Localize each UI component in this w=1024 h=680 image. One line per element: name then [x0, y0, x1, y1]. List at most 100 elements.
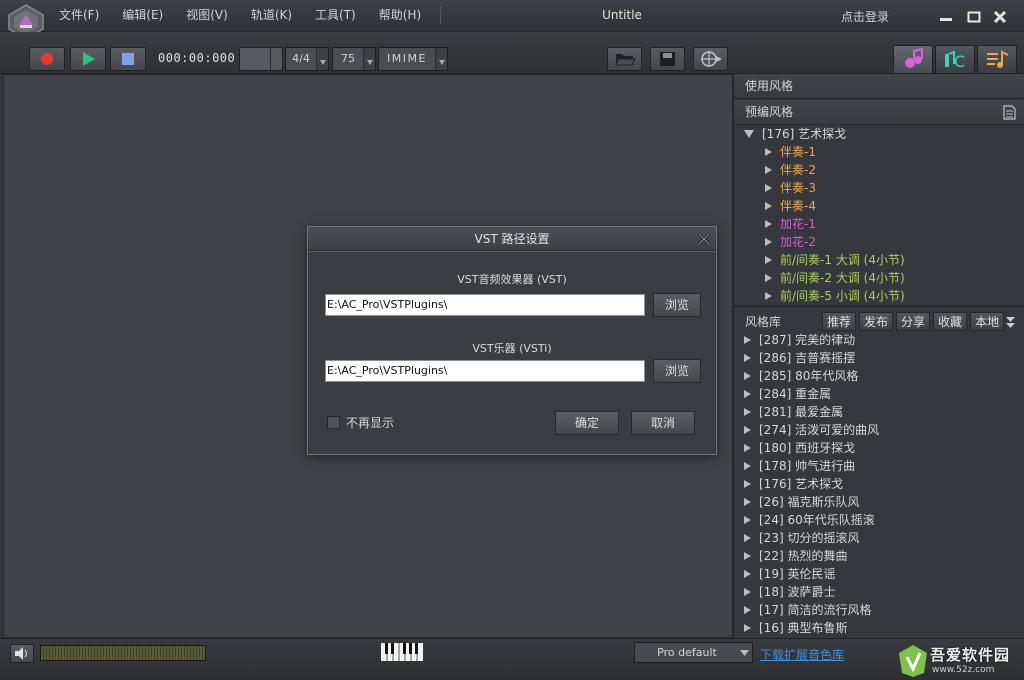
preset-style-item[interactable]: 伴奏-1: [765, 143, 816, 161]
preset-style-item[interactable]: 加花-2: [765, 233, 816, 251]
expand-arrow-icon: [744, 588, 751, 596]
menu-item[interactable]: 帮助(H): [378, 0, 431, 30]
preset-style-item[interactable]: 加花-1: [765, 215, 816, 233]
vsti-path-input[interactable]: E:\AC_Pro\VSTPlugins\: [325, 360, 645, 382]
vst-path-dialog: VST 路径设置 VST音频效果器 (VST) E:\AC_Pro\VSTPlu…: [307, 226, 717, 455]
menu-item[interactable]: 编辑(E): [121, 0, 173, 30]
music-notes-icon: [905, 47, 923, 68]
globe-icon: [701, 51, 722, 67]
preset-style-item[interactable]: 前/间奏-2 大调 (4小节): [765, 269, 905, 287]
menu-item[interactable]: 视图(V): [185, 0, 238, 30]
ime-select[interactable]: IMIME: [378, 47, 448, 71]
library-item[interactable]: [274] 活泼可爱的曲风: [744, 421, 879, 439]
tempo-select[interactable]: 75: [332, 47, 376, 71]
tab-chord[interactable]: C: [935, 45, 975, 73]
preset-style-item[interactable]: 伴奏-4: [765, 197, 816, 215]
library-tab[interactable]: 推荐: [822, 312, 857, 331]
library-item[interactable]: [285] 80年代风格: [744, 367, 858, 385]
library-item[interactable]: [18] 波萨爵士: [744, 583, 835, 601]
expand-arrow-icon: [765, 166, 772, 174]
expand-arrow-icon: [765, 238, 772, 246]
save-icon: [660, 52, 675, 66]
stop-button[interactable]: [110, 47, 146, 71]
library-item[interactable]: [287] 完美的律动: [744, 331, 855, 349]
watermark-logo: [899, 645, 927, 677]
expand-arrow-icon: [765, 148, 772, 156]
library-item[interactable]: [23] 切分的摇滚风: [744, 529, 859, 547]
library-item[interactable]: [281] 最爱金属: [744, 403, 843, 421]
meter-value: 4/4: [292, 52, 310, 65]
library-item-label: [19] 英伦民谣: [759, 567, 836, 581]
menu-item[interactable]: 轨道(K): [250, 0, 302, 30]
volume-button[interactable]: [10, 644, 34, 663]
library-item[interactable]: [17] 简洁的流行风格: [744, 601, 871, 619]
menu-item[interactable]: 工具(T): [314, 0, 366, 30]
minimize-icon[interactable]: [938, 9, 954, 25]
expand-arrow-icon: [744, 624, 751, 632]
library-item[interactable]: [26] 福克斯乐队风: [744, 493, 859, 511]
dialog-close-icon[interactable]: [697, 232, 711, 246]
library-tab[interactable]: 分享: [896, 312, 931, 331]
expand-arrow-icon: [744, 498, 751, 506]
open-file-button[interactable]: [607, 47, 642, 71]
piano-keyboard-icon[interactable]: [381, 643, 423, 661]
dont-show-checkbox[interactable]: [327, 416, 340, 429]
play-button[interactable]: [70, 47, 106, 71]
vsti-browse-button[interactable]: 浏览: [653, 359, 701, 383]
expand-arrow-icon: [744, 426, 751, 434]
playlist-icon: [987, 50, 1009, 68]
network-button[interactable]: [693, 47, 728, 71]
preset-style-item-label: 前/间奏-2 大调 (4小节): [780, 271, 905, 285]
library-item[interactable]: [178] 帅气进行曲: [744, 457, 855, 475]
cancel-button[interactable]: 取消: [631, 411, 695, 435]
position-slider[interactable]: [239, 47, 283, 71]
tab-style[interactable]: [893, 45, 933, 73]
download-soundbank-link[interactable]: 下载扩展音色库: [760, 646, 844, 663]
library-item[interactable]: [284] 重金属: [744, 385, 831, 403]
preset-root-item[interactable]: [176] 艺术探戈: [744, 125, 846, 143]
site-watermark: 吾爱软件园 www.52z.com: [896, 639, 1024, 680]
library-item[interactable]: [180] 西班牙探戈: [744, 439, 855, 457]
preset-style-item[interactable]: 前/间奏-1 大调 (4小节): [765, 251, 905, 269]
menu-item[interactable]: 文件(F): [58, 0, 109, 30]
toolbar: 000:00:000 4/4 75 IMIME C: [0, 32, 1024, 74]
library-item-label: [24] 60年代乐队摇滚: [759, 513, 875, 527]
ok-button[interactable]: 确定: [555, 411, 619, 435]
login-link[interactable]: 点击登录: [841, 0, 889, 34]
menu-bar: 文件(F) 编辑(E) 视图(V) 轨道(K) 工具(T) 帮助(H): [58, 0, 443, 30]
library-item[interactable]: [286] 吉普赛摇摆: [744, 349, 855, 367]
expand-arrow-icon: [744, 354, 751, 362]
expand-arrow-icon: [744, 408, 751, 416]
library-tab[interactable]: 收藏: [933, 312, 968, 331]
meter-select[interactable]: 4/4: [285, 47, 329, 71]
library-item[interactable]: [176] 艺术探戈: [744, 475, 843, 493]
library-item-label: [287] 完美的律动: [759, 333, 856, 347]
library-item[interactable]: [24] 60年代乐队摇滚: [744, 511, 875, 529]
library-tab[interactable]: 本地: [970, 312, 1005, 331]
tab-playlist[interactable]: [977, 45, 1017, 73]
preset-value: Pro default: [657, 646, 717, 659]
record-button[interactable]: [29, 47, 65, 71]
vst-browse-button[interactable]: 浏览: [653, 293, 701, 317]
document-icon[interactable]: [1003, 105, 1016, 120]
library-item[interactable]: [16] 典型布鲁斯: [744, 619, 847, 637]
preset-style-item-label: 伴奏-1: [780, 145, 816, 159]
chevron-down-double-icon[interactable]: [1005, 316, 1016, 329]
library-item[interactable]: [22] 热烈的舞曲: [744, 547, 847, 565]
preset-style-item[interactable]: 伴奏-2: [765, 161, 816, 179]
dialog-separator: [308, 251, 716, 252]
preset-style-item[interactable]: 前/间奏-5 小调 (4小节): [765, 287, 905, 305]
close-icon[interactable]: [992, 9, 1008, 25]
vst-path-input[interactable]: E:\AC_Pro\VSTPlugins\: [325, 294, 645, 316]
sound-preset-select[interactable]: Pro default: [634, 642, 753, 663]
preset-style-item-label: 加花-2: [780, 235, 816, 249]
expand-arrow-icon: [744, 534, 751, 542]
expand-arrow-icon: [744, 444, 751, 452]
maximize-icon[interactable]: [966, 9, 982, 25]
library-tab[interactable]: 发布: [859, 312, 894, 331]
save-button[interactable]: [650, 47, 685, 71]
library-item[interactable]: [19] 英伦民谣: [744, 565, 835, 583]
time-display: 000:00:000: [158, 51, 236, 65]
preset-style-item[interactable]: 伴奏-3: [765, 179, 816, 197]
style-panel: 使用风格 预编风格 [176] 艺术探戈 伴奏-1 伴奏-2 伴奏-3 伴奏-4 加花-…: [733, 74, 1024, 638]
